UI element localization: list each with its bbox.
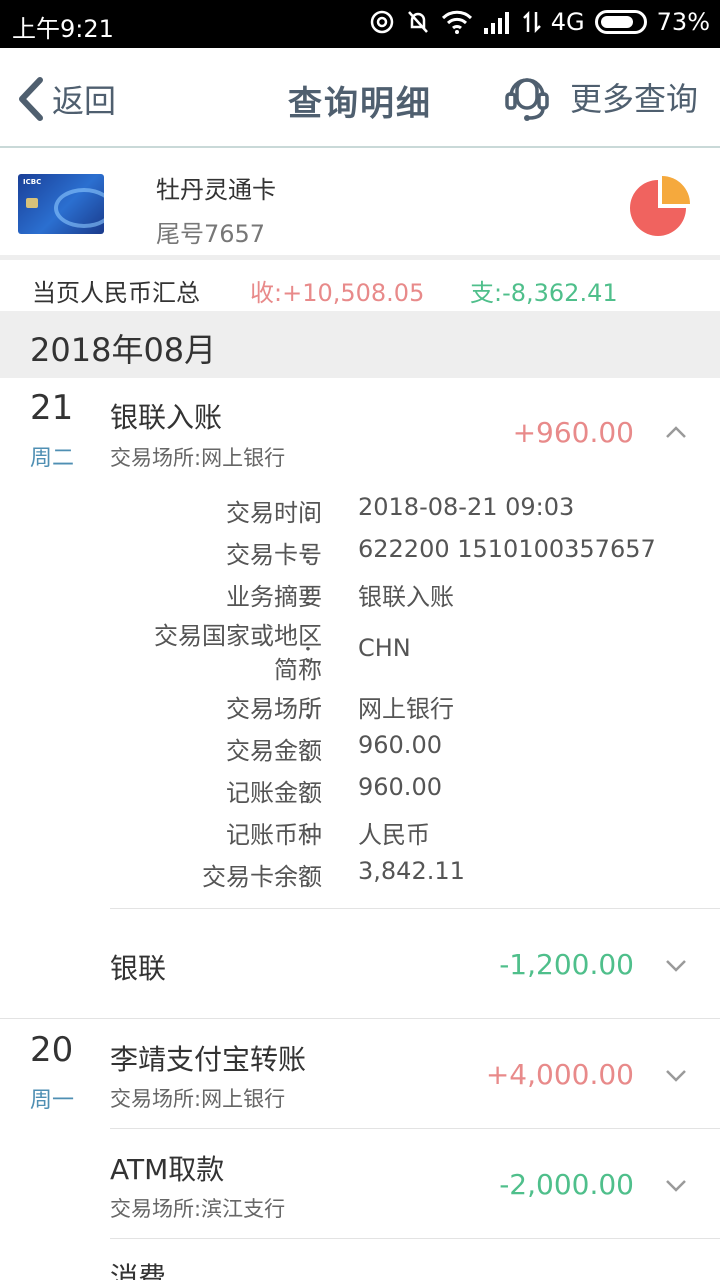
day-number: 20: [30, 1030, 74, 1070]
mute-bell-icon: [407, 11, 428, 33]
transaction-name: ATM取款: [110, 1153, 225, 1186]
summary-label: 当页人民币汇总: [32, 279, 200, 307]
day-divider: [0, 1018, 720, 1019]
chevron-left-icon: [19, 77, 43, 121]
bank-card-image: ICBC: [18, 174, 104, 234]
nav-header: 返回 查询明细 更多查询: [0, 48, 720, 148]
transaction-place: 交易场所:滨江支行: [110, 1197, 286, 1221]
detail-colon: ：: [302, 863, 326, 891]
network-type: 4G: [550, 8, 585, 36]
transaction-amount: -1,200.00: [499, 948, 634, 981]
transaction-name: 银联入账: [110, 401, 223, 434]
row-divider: [110, 908, 720, 909]
detail-colon: ：: [302, 737, 326, 765]
day-number: 21: [30, 388, 74, 428]
pie-chart-icon[interactable]: [628, 174, 692, 238]
battery-percent: 73%: [656, 8, 710, 36]
more-query-label: 更多查询: [569, 80, 698, 118]
detail-value: 960.00: [358, 773, 442, 801]
transaction-amount: -2,000.00: [499, 1168, 634, 1201]
data-transfer-icon: [522, 10, 541, 34]
chevron-down-icon[interactable]: [664, 1176, 688, 1196]
wifi-icon: [441, 10, 472, 34]
card-swirl-decoration: [54, 188, 104, 228]
back-label: 返回: [52, 82, 117, 120]
transaction-name: 银联: [110, 952, 167, 985]
day-weekday: 周一: [30, 1088, 75, 1113]
status-icons: 4G 73%: [369, 8, 710, 36]
chevron-down-icon[interactable]: [664, 1066, 688, 1086]
transaction-place: 交易场所:网上银行: [110, 1087, 286, 1111]
signal-icon: [483, 12, 509, 34]
card-tail-number: 尾号7657: [156, 220, 266, 248]
status-time: 上午9:21: [12, 15, 114, 43]
summary-income: 收:+10,508.05: [250, 279, 425, 307]
detail-value: 人民币: [358, 821, 430, 849]
row-divider: [110, 1128, 720, 1129]
back-button[interactable]: 返回: [14, 76, 116, 122]
transaction-amount: +960.00: [512, 416, 634, 449]
detail-value: 3,842.11: [358, 857, 465, 885]
status-bar: 上午9:21 4G 73%: [0, 0, 720, 48]
card-info[interactable]: ICBC 牡丹灵通卡 尾号7657: [0, 150, 720, 260]
summary-expense: 支:-8,362.41: [470, 279, 618, 307]
transaction-place: 交易场所:网上银行: [110, 446, 286, 470]
detail-colon: ：: [302, 779, 326, 807]
card-chip-icon: [26, 198, 38, 208]
headset-support-icon: [505, 78, 549, 121]
battery-icon: [594, 10, 647, 34]
row-divider: [110, 1238, 720, 1239]
chevron-up-icon[interactable]: [664, 422, 688, 442]
month-header: 2018年08月: [0, 311, 720, 378]
detail-value: 960.00: [358, 731, 442, 759]
transaction-name: 消费: [110, 1261, 167, 1280]
transaction-name: 李靖支付宝转账: [110, 1043, 307, 1076]
detail-value: 622200 1510100357657: [358, 535, 656, 563]
page-summary: 当页人民币汇总 收:+10,508.05 支:-8,362.41: [0, 265, 720, 311]
detail-colon: ：: [302, 583, 326, 611]
detail-colon: ：: [302, 821, 326, 849]
detail-value: 银联入账: [358, 583, 454, 611]
detail-value: 网上银行: [358, 695, 454, 723]
detail-colon: ：: [302, 499, 326, 527]
transaction-amount: +4,000.00: [485, 1058, 634, 1091]
chevron-down-icon[interactable]: [664, 956, 688, 976]
detail-colon: ：: [302, 695, 326, 723]
detail-key: 交易国家或地区: [154, 622, 322, 650]
month-label: 2018年08月: [30, 331, 217, 369]
detail-colon: ：: [302, 640, 326, 668]
more-query-button[interactable]: 更多查询: [504, 72, 698, 122]
hotspot-icon: [370, 10, 394, 34]
card-name: 牡丹灵通卡: [156, 176, 276, 204]
day-weekday: 周二: [30, 446, 75, 471]
detail-colon: ：: [302, 541, 326, 569]
detail-value: 2018-08-21 09:03: [358, 493, 575, 521]
bank-logo-icon: ICBC: [23, 178, 42, 186]
detail-value: CHN: [358, 634, 411, 662]
